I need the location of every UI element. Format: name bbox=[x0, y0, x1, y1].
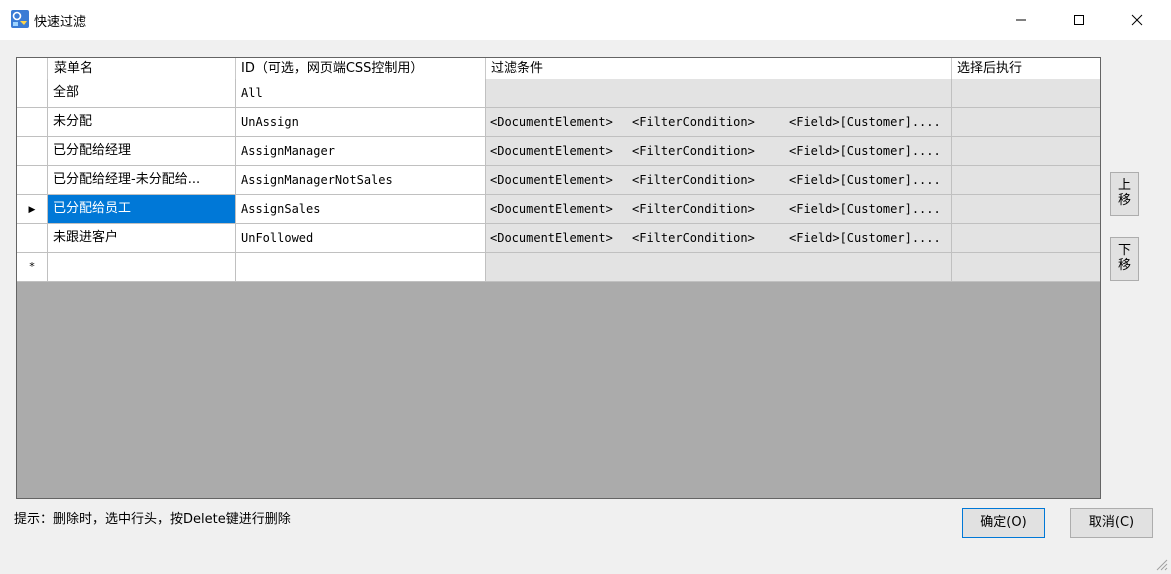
table-row[interactable]: 已分配给经理 AssignManager <DocumentElement> <Fil… bbox=[17, 137, 1100, 166]
resize-grip-icon[interactable] bbox=[1154, 557, 1168, 571]
menu-name-cell[interactable]: 已分配给经理-未分配给... bbox=[48, 166, 236, 195]
after-select-cell[interactable] bbox=[952, 108, 1100, 137]
id-cell[interactable]: UnAssign bbox=[236, 108, 486, 137]
filter-cell[interactable] bbox=[486, 253, 952, 282]
row-header[interactable]: ▶ bbox=[17, 195, 48, 224]
row-header[interactable] bbox=[17, 224, 48, 253]
move-down-button[interactable]: 下移 bbox=[1110, 237, 1139, 281]
row-header-corner[interactable] bbox=[17, 58, 48, 79]
after-select-cell[interactable] bbox=[952, 137, 1100, 166]
minimize-button[interactable] bbox=[998, 0, 1044, 40]
filter-segment: <Field>[Customer].... bbox=[789, 144, 941, 158]
filter-cell[interactable]: <DocumentElement> <FilterCondition> <Field… bbox=[486, 195, 952, 224]
new-row[interactable]: * bbox=[17, 253, 1100, 282]
filter-segment: <FilterCondition> bbox=[632, 202, 755, 216]
maximize-icon bbox=[1074, 15, 1084, 25]
minimize-icon bbox=[1016, 19, 1026, 21]
move-up-label: 上移 bbox=[1117, 178, 1131, 208]
after-select-cell[interactable] bbox=[952, 224, 1100, 253]
table-row[interactable]: 未分配 UnAssign <DocumentElement> <FilterCondi… bbox=[17, 108, 1100, 137]
row-header[interactable] bbox=[17, 79, 48, 108]
filter-grid[interactable]: 菜单名 ID（可选，网页端CSS控制用） 过滤条件 选择后执行 全部 All 未分配… bbox=[16, 57, 1101, 499]
filter-segment: <Field>[Customer].... bbox=[789, 202, 941, 216]
table-row[interactable]: 全部 All bbox=[17, 79, 1100, 108]
menu-name-cell[interactable]: 已分配给经理 bbox=[48, 137, 236, 166]
menu-name-cell[interactable]: 全部 bbox=[48, 79, 236, 108]
column-header-id[interactable]: ID（可选，网页端CSS控制用） bbox=[236, 58, 486, 79]
filter-segment: <DocumentElement> bbox=[490, 202, 613, 216]
id-cell[interactable]: AssignSales bbox=[236, 195, 486, 224]
column-header-filter[interactable]: 过滤条件 bbox=[486, 58, 952, 79]
filter-cell[interactable]: <DocumentElement> <FilterCondition> <Field… bbox=[486, 108, 952, 137]
after-select-cell[interactable] bbox=[952, 79, 1100, 108]
app-filter-icon bbox=[11, 10, 29, 28]
after-select-cell[interactable] bbox=[952, 166, 1100, 195]
id-cell[interactable]: AssignManager bbox=[236, 137, 486, 166]
menu-name-cell[interactable] bbox=[48, 253, 236, 282]
table-row[interactable]: 已分配给经理-未分配给... AssignManagerNotSales <Docu… bbox=[17, 166, 1100, 195]
row-header[interactable] bbox=[17, 137, 48, 166]
move-down-label: 下移 bbox=[1117, 243, 1131, 273]
menu-name-cell[interactable]: 未分配 bbox=[48, 108, 236, 137]
id-cell[interactable]: AssignManagerNotSales bbox=[236, 166, 486, 195]
filter-cell[interactable] bbox=[486, 79, 952, 108]
filter-segment: <Field>[Customer].... bbox=[789, 173, 941, 187]
row-header[interactable]: * bbox=[17, 253, 48, 282]
filter-segment: <Field>[Customer].... bbox=[789, 115, 941, 129]
menu-name-cell[interactable]: 已分配给员工 bbox=[48, 195, 236, 224]
row-header[interactable] bbox=[17, 166, 48, 195]
filter-segment: <FilterCondition> bbox=[632, 173, 755, 187]
window-title: 快速过滤 bbox=[34, 15, 87, 30]
filter-segment: <DocumentElement> bbox=[490, 144, 613, 158]
filter-cell[interactable]: <DocumentElement> <FilterCondition> <Field… bbox=[486, 166, 952, 195]
title-bar: 快速过滤 bbox=[0, 0, 1171, 40]
delete-hint: 提示：删除时，选中行头，按Delete键进行删除 bbox=[14, 512, 291, 527]
new-row-marker: * bbox=[29, 260, 35, 273]
filter-segment: <FilterCondition> bbox=[632, 231, 755, 245]
table-row[interactable]: 未跟进客户 UnFollowed <DocumentElement> <FilterC… bbox=[17, 224, 1100, 253]
ok-button[interactable]: 确定(O) bbox=[962, 508, 1045, 538]
column-header-after[interactable]: 选择后执行 bbox=[952, 58, 1100, 79]
close-icon bbox=[1131, 14, 1143, 26]
maximize-button[interactable] bbox=[1056, 0, 1102, 40]
filter-segment: <FilterCondition> bbox=[632, 144, 755, 158]
row-header[interactable] bbox=[17, 108, 48, 137]
current-row-marker: ▶ bbox=[28, 205, 36, 215]
filter-segment: <DocumentElement> bbox=[490, 231, 613, 245]
filter-segment: <FilterCondition> bbox=[632, 115, 755, 129]
id-cell[interactable]: All bbox=[236, 79, 486, 108]
move-up-button[interactable]: 上移 bbox=[1110, 172, 1139, 216]
menu-name-cell[interactable]: 未跟进客户 bbox=[48, 224, 236, 253]
grid-header: 菜单名 ID（可选，网页端CSS控制用） 过滤条件 选择后执行 bbox=[17, 58, 1100, 80]
filter-segment: <DocumentElement> bbox=[490, 115, 613, 129]
filter-segment: <Field>[Customer].... bbox=[789, 231, 941, 245]
id-cell[interactable] bbox=[236, 253, 486, 282]
filter-cell[interactable]: <DocumentElement> <FilterCondition> <Field… bbox=[486, 137, 952, 166]
after-select-cell[interactable] bbox=[952, 253, 1100, 282]
id-cell[interactable]: UnFollowed bbox=[236, 224, 486, 253]
table-row[interactable]: ▶ 已分配给员工 AssignSales <DocumentElement> <Filt… bbox=[17, 195, 1100, 224]
close-button[interactable] bbox=[1114, 0, 1160, 40]
cancel-button[interactable]: 取消(C) bbox=[1070, 508, 1153, 538]
column-header-name[interactable]: 菜单名 bbox=[48, 58, 236, 79]
filter-segment: <DocumentElement> bbox=[490, 173, 613, 187]
filter-cell[interactable]: <DocumentElement> <FilterCondition> <Field… bbox=[486, 224, 952, 253]
after-select-cell[interactable] bbox=[952, 195, 1100, 224]
